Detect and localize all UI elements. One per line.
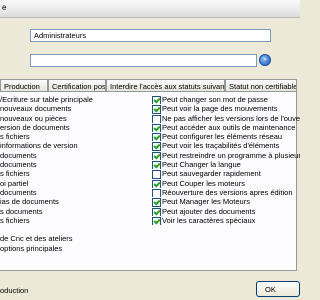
status-bar: oduction: [0, 282, 300, 300]
list-item[interactable]: ersion de documents: [0, 123, 150, 132]
checklist-item[interactable]: Peut configurer les éléments réseau: [152, 132, 300, 142]
checklist-item[interactable]: Peut accéder aux outils de maintenance: [152, 122, 300, 133]
checklist-item-label: Peut Couper les moteurs: [162, 178, 245, 188]
checkbox-checked[interactable]: [152, 216, 161, 226]
name-field[interactable]: Administrateurs: [30, 29, 271, 42]
checklist-item-label: Peut sauvegarder rapidement: [162, 169, 261, 179]
checkbox-checked[interactable]: [152, 151, 161, 161]
checklist-item[interactable]: Peut ajouter des documents: [152, 207, 300, 216]
tab-production-label: Production: [4, 82, 40, 91]
checklist-item[interactable]: Peut Changer la langue: [152, 160, 300, 170]
checklist-item-label: Peut voir la page des mouvements: [162, 104, 278, 114]
go-circle-icon[interactable]: »: [259, 54, 271, 66]
checklist-item-label: Peut voir les traçabilités d'éléments: [162, 141, 280, 151]
checkbox-checked[interactable]: [152, 207, 161, 216]
right-permission-checklist: Peut changer son mot de passe Peut voir l…: [152, 95, 300, 226]
checkbox-checked[interactable]: [152, 198, 161, 207]
checklist-item-label: Peut restreindre un programme à plusieur…: [162, 150, 300, 160]
list-item[interactable]: options principales: [0, 244, 150, 253]
tab-statut-label: Statut non certifiable: [229, 82, 297, 91]
checklist-item[interactable]: Peut restreindre un programme à plusieur…: [152, 150, 300, 161]
checkbox-checked[interactable]: [152, 123, 161, 133]
list-item[interactable]: documents: [0, 151, 150, 160]
checklist-item[interactable]: Voir les caractères spéciaux: [152, 215, 300, 226]
checkbox-unchecked[interactable]: [152, 114, 161, 123]
checklist-item[interactable]: Réouverture des versions apres édition: [152, 187, 300, 198]
status-label: oduction: [0, 286, 29, 295]
checklist-item-label: Peut accéder aux outils de maintenance: [162, 122, 296, 132]
checkbox-checked[interactable]: [152, 161, 161, 170]
list-item[interactable]: ias de documents: [0, 197, 150, 206]
list-item[interactable]: documents: [0, 160, 150, 169]
list-item[interactable]: nouveaux documents: [0, 104, 150, 113]
checklist-item[interactable]: Peut changer son mot de passe: [152, 95, 300, 105]
window-title: e: [2, 3, 7, 12]
checklist-item-label: Peut changer son mot de passe: [162, 95, 268, 104]
list-item: [0, 225, 150, 234]
list-item[interactable]: de Cnc et des ateliers: [0, 234, 150, 243]
checkbox-checked[interactable]: [152, 105, 161, 114]
list-item[interactable]: oi partiel: [0, 179, 150, 188]
checklist-item[interactable]: Peut voir la page des mouvements: [152, 104, 300, 114]
tab-certification-label: Certification possible: [52, 82, 106, 91]
list-item[interactable]: informations de version: [0, 141, 150, 150]
list-item[interactable]: nouveaux ou pièces: [0, 114, 150, 123]
checklist-item-label: Peut Manager les Moteurs: [162, 197, 250, 207]
checklist-item[interactable]: Peut voir les traçabilités d'éléments: [152, 141, 300, 151]
ok-button[interactable]: OK: [256, 281, 300, 297]
checkbox-unchecked[interactable]: [152, 170, 161, 179]
name-field-value: Administrateurs: [34, 31, 87, 40]
checklist-item[interactable]: Peut Couper les moteurs: [152, 179, 300, 188]
left-permission-list: /Ecriture sur table principale nouveaux …: [0, 95, 150, 253]
checkbox-checked[interactable]: [152, 142, 161, 151]
list-item[interactable]: documents: [0, 188, 150, 197]
ok-button-label: OK: [265, 285, 276, 294]
tab-interdire-acces-label: Interdire l'accès aux statuts suivants: [110, 82, 225, 91]
checklist-item-label: Peut configurer les éléments réseau: [162, 132, 283, 142]
checkbox-checked[interactable]: [152, 133, 161, 142]
title-bar: e: [0, 0, 300, 18]
list-item[interactable]: /Ecriture sur table principale: [0, 95, 150, 104]
checkbox-checked[interactable]: [152, 179, 161, 188]
checklist-item-label: Peut ajouter des documents: [162, 206, 256, 216]
list-item[interactable]: s fichiers: [0, 216, 150, 225]
checklist-item-label: Ne pas afficher les versions lors de l'o…: [162, 113, 300, 123]
checklist-item-label: Voir les caractères spéciaux: [162, 215, 256, 225]
checklist-item[interactable]: Peut sauvegarder rapidement: [152, 169, 300, 179]
checklist-item-label: Peut Changer la langue: [162, 160, 241, 170]
checklist-item[interactable]: Ne pas afficher les versions lors de l'o…: [152, 114, 300, 123]
checkbox-checked[interactable]: [152, 96, 161, 105]
checkbox-unchecked[interactable]: [152, 188, 161, 198]
list-item[interactable]: s fichiers: [0, 132, 150, 141]
list-item[interactable]: s fichiers: [0, 169, 150, 178]
list-item[interactable]: s documents: [0, 207, 150, 216]
description-field[interactable]: [30, 54, 257, 67]
checklist-item[interactable]: Peut Manager les Moteurs: [152, 197, 300, 207]
checklist-item-label: Réouverture des versions apres édition: [162, 187, 293, 197]
